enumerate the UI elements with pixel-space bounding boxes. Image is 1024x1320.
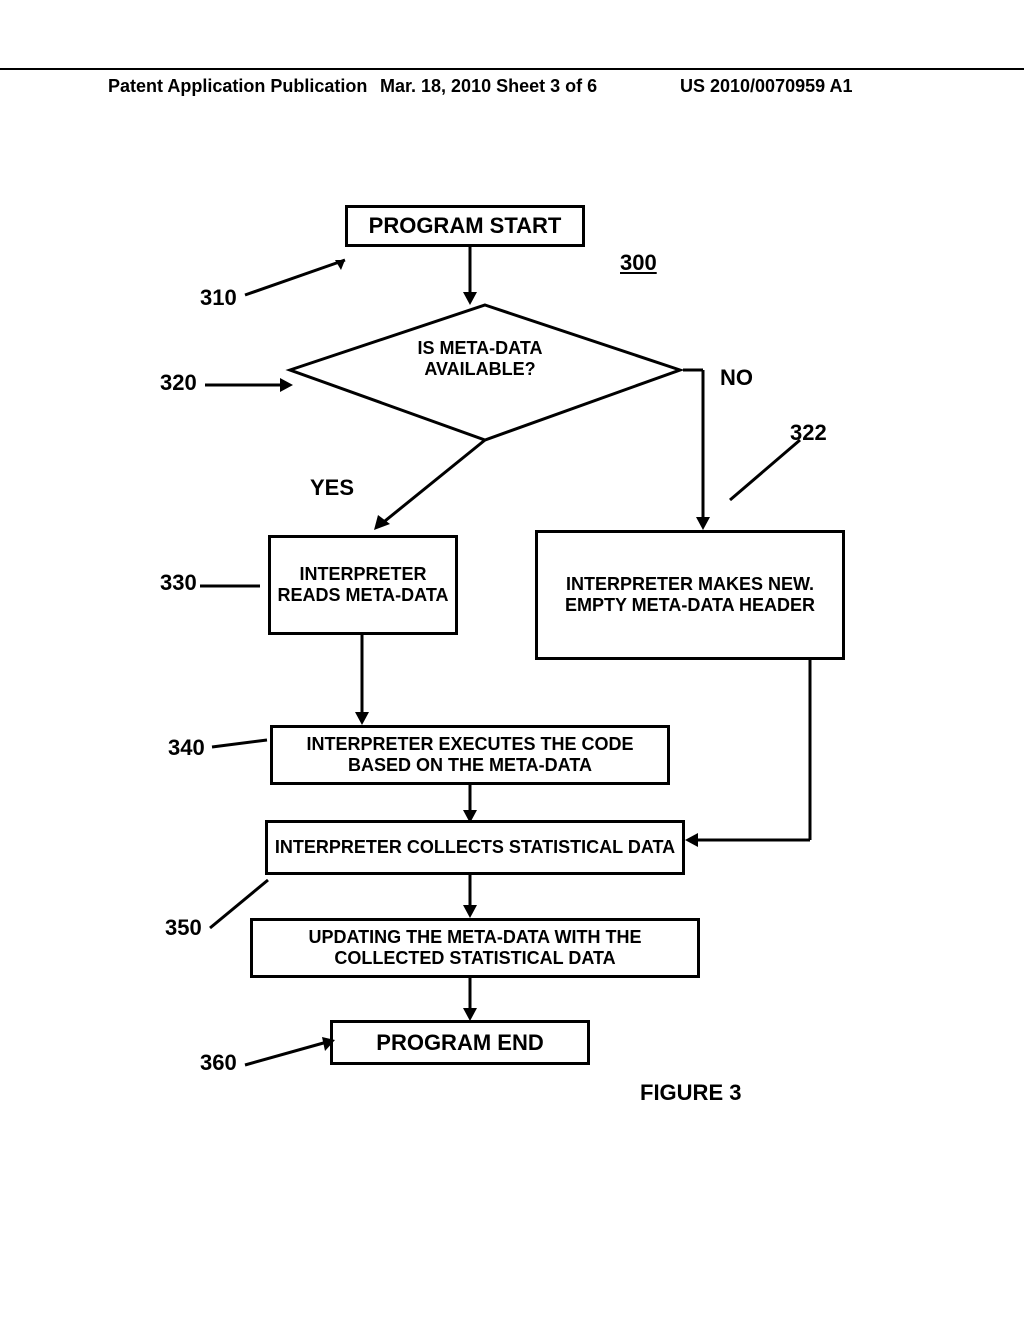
- node-reads-meta: INTERPRETER READS META-DATA: [268, 535, 458, 635]
- node-program-end: PROGRAM END: [330, 1020, 590, 1065]
- node-collect: INTERPRETER COLLECTS STATISTICAL DATA: [265, 820, 685, 875]
- ref-360: 360: [200, 1050, 237, 1076]
- leader-322: [720, 440, 810, 510]
- node-end-label: PROGRAM END: [376, 1030, 543, 1056]
- figure-caption: FIGURE 3: [640, 1080, 741, 1106]
- decision-text: IS META-DATA AVAILABLE?: [370, 338, 590, 380]
- arrow-collect-to-update: [460, 875, 480, 920]
- header-mid: Mar. 18, 2010 Sheet 3 of 6: [380, 76, 597, 97]
- decision-no-label: NO: [720, 365, 753, 391]
- leader-310: [245, 260, 355, 300]
- page: Patent Application Publication Mar. 18, …: [0, 0, 1024, 1320]
- arrow-execute-to-collect: [460, 785, 480, 825]
- leader-340: [212, 735, 282, 760]
- leader-320: [205, 375, 295, 395]
- leader-360: [245, 1040, 340, 1075]
- arrow-start-to-decision: [460, 247, 480, 307]
- node-program-start: PROGRAM START: [345, 205, 585, 247]
- header-left: Patent Application Publication: [108, 76, 367, 97]
- page-header: Patent Application Publication Mar. 18, …: [0, 68, 1024, 74]
- arrow-yes-path: [370, 440, 500, 540]
- node-update-label: UPDATING THE META-DATA WITH THE COLLECTE…: [259, 927, 691, 969]
- ref-320: 320: [160, 370, 197, 396]
- ref-350: 350: [165, 915, 202, 941]
- arrow-update-to-end: [460, 978, 480, 1023]
- leader-330: [200, 578, 275, 594]
- node-execute: INTERPRETER EXECUTES THE CODE BASED ON T…: [270, 725, 670, 785]
- ref-310: 310: [200, 285, 237, 311]
- node-collect-label: INTERPRETER COLLECTS STATISTICAL DATA: [275, 837, 675, 858]
- node-make-header: INTERPRETER MAKES NEW. EMPTY META-DATA H…: [535, 530, 845, 660]
- arrow-reads-to-execute: [350, 635, 380, 730]
- arrow-no-path: [678, 370, 718, 535]
- header-right: US 2010/0070959 A1: [680, 76, 852, 97]
- node-update: UPDATING THE META-DATA WITH THE COLLECTE…: [250, 918, 700, 978]
- node-make-header-label: INTERPRETER MAKES NEW. EMPTY META-DATA H…: [544, 574, 836, 616]
- node-start-label: PROGRAM START: [369, 213, 562, 239]
- ref-330: 330: [160, 570, 197, 596]
- node-execute-label: INTERPRETER EXECUTES THE CODE BASED ON T…: [279, 734, 661, 776]
- arrow-header-to-collect: [680, 660, 830, 860]
- node-reads-meta-label: INTERPRETER READS META-DATA: [277, 564, 449, 606]
- decision-yes-label: YES: [310, 475, 354, 501]
- ref-300: 300: [620, 250, 657, 276]
- ref-340: 340: [168, 735, 205, 761]
